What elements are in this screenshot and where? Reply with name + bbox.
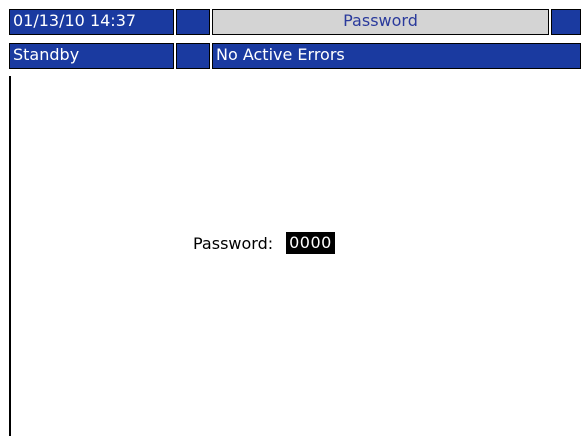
password-input[interactable]: 0000 — [286, 232, 335, 254]
indicator-box-left — [176, 9, 210, 35]
password-label: Password: — [193, 233, 274, 253]
password-row: Password: 0000 — [193, 232, 335, 254]
indicator-box-status — [176, 43, 210, 69]
indicator-box-right — [551, 9, 581, 35]
hmi-screen: 01/13/10 14:37 Password Standby No Activ… — [0, 0, 581, 436]
content-area — [9, 76, 581, 436]
status-field: Standby — [9, 43, 174, 69]
datetime-field: 01/13/10 14:37 — [9, 9, 174, 35]
screen-title: Password — [212, 9, 549, 35]
errors-field: No Active Errors — [212, 43, 581, 69]
